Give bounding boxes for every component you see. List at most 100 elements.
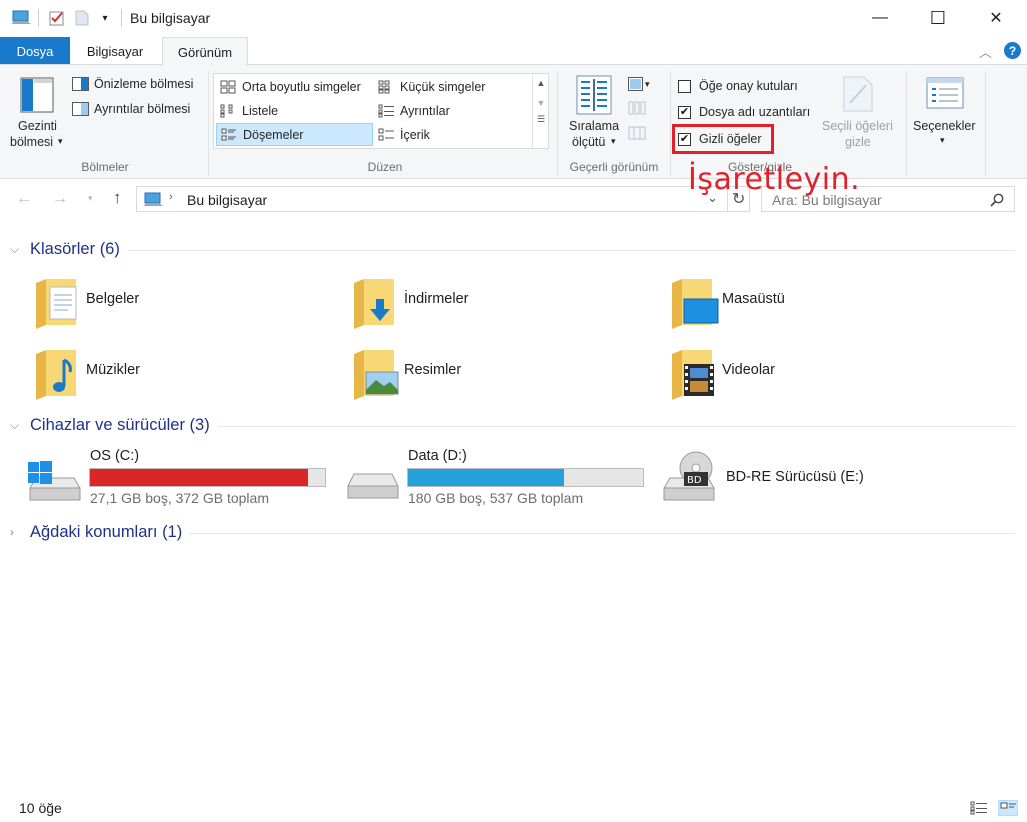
search-icon[interactable] [990, 193, 1004, 207]
chevron-right-icon[interactable]: › [10, 525, 22, 539]
window-title: Bu bilgisayar [130, 10, 211, 26]
layout-gallery-scroll[interactable]: ▲ ▼ ☰ [532, 74, 549, 149]
folder-downloads-label: İndirmeler [404, 291, 469, 307]
music-folder-icon [36, 350, 76, 400]
folder-documents[interactable]: Belgeler [30, 271, 330, 331]
maximize-button[interactable]: ☐ [915, 0, 961, 36]
scroll-up-icon[interactable]: ▲ [533, 78, 549, 88]
details-pane-button[interactable]: Ayrıntılar bölmesi [72, 100, 190, 118]
file-extensions-checkbox[interactable]: ✔ [678, 105, 691, 119]
downloads-folder-icon [354, 279, 394, 329]
options-icon [926, 77, 964, 109]
folder-desktop[interactable]: Masaüstü [666, 271, 966, 331]
folder-downloads[interactable]: İndirmeler [348, 271, 648, 331]
layout-details[interactable]: Ayrıntılar [374, 99, 530, 122]
medium-icons-icon [220, 80, 236, 93]
desktop-folder-icon [672, 279, 719, 329]
large-icons-view-icon[interactable] [998, 800, 1018, 816]
network-section-header[interactable]: › Ağdaki konumları (1) [10, 521, 1015, 543]
ribbon-separator [985, 71, 986, 176]
address-path[interactable]: Bu bilgisayar [187, 192, 267, 208]
layout-tiles-label: Döşemeler [243, 127, 304, 142]
folders-section-header[interactable]: ⌵ Klasörler (6) [10, 238, 1015, 260]
add-columns-icon [628, 101, 646, 115]
drive-d-name: Data (D:) [408, 448, 467, 464]
folder-videos-label: Videolar [722, 362, 775, 378]
network-section-title: Ağdaki konumları (1) [30, 522, 183, 541]
drive-c[interactable]: OS (C:) 27,1 GB boş, 372 GB toplam [26, 446, 331, 510]
computer-icon [143, 192, 163, 206]
help-icon[interactable]: ? [1004, 42, 1021, 59]
folder-music[interactable]: Müzikler [30, 342, 330, 402]
hide-selected-items-button[interactable]: Seçili öğeleri gizle [818, 73, 900, 159]
scroll-down-icon[interactable]: ▼ [533, 98, 549, 108]
size-columns-button[interactable] [628, 125, 646, 144]
drive-e[interactable]: BD BD-RE Sürücüsü (E:) [660, 446, 965, 510]
chevron-down-icon: ▾ [940, 135, 945, 145]
videos-folder-icon [672, 350, 714, 400]
item-checkboxes-checkbox[interactable] [678, 79, 691, 93]
tab-computer[interactable]: Bilgisayar [77, 37, 153, 65]
address-box[interactable]: › Bu bilgisayar ⌄ ↻ [136, 186, 750, 212]
folder-pictures[interactable]: Resimler [348, 342, 648, 402]
chevron-down-icon: ▾ [611, 136, 616, 146]
chevron-down-icon[interactable]: ⌵ [10, 242, 22, 257]
item-checkboxes-option[interactable]: Öğe onay kutuları [678, 77, 798, 95]
expand-gallery-icon[interactable]: ☰ [533, 114, 549, 125]
file-extensions-option[interactable]: ✔ Dosya adı uzantıları [678, 103, 810, 121]
preview-pane-label: Önizleme bölmesi [94, 77, 194, 91]
ribbon-separator [557, 71, 558, 176]
group-by-button[interactable]: ▾ [628, 75, 656, 93]
drive-c-usage-fill [90, 469, 308, 486]
tab-view[interactable]: Görünüm [162, 37, 248, 66]
layout-list[interactable]: Listele [216, 99, 371, 122]
layout-medium-icons[interactable]: Orta boyutlu simgeler [216, 75, 371, 98]
breadcrumb-chevron-icon[interactable]: › [169, 191, 173, 203]
devices-section-header[interactable]: ⌵ Cihazlar ve sürücüler (3) [10, 414, 1015, 436]
add-columns-button[interactable] [628, 100, 646, 119]
item-checkboxes-label: Öğe onay kutuları [699, 79, 798, 93]
options-label: Seçenekler [913, 119, 976, 133]
close-button[interactable]: ✕ [973, 0, 1019, 36]
folder-videos[interactable]: Videolar [666, 342, 966, 402]
folders-section-title: Klasörler (6) [30, 239, 120, 258]
drive-d-usage-bar [407, 468, 644, 487]
computer-icon[interactable] [10, 9, 32, 27]
layout-small-icons[interactable]: Küçük simgeler [374, 75, 530, 98]
tiles-icon [221, 128, 236, 140]
small-icons-icon [378, 80, 390, 93]
collapse-ribbon-icon[interactable]: ︿ [979, 42, 992, 61]
hide-selected-label-2: gizle [845, 135, 871, 149]
drive-d[interactable]: Data (D:) 180 GB boş, 537 GB toplam [344, 446, 649, 510]
sort-by-button[interactable]: Sıralama ölçütü ▾ [566, 73, 624, 159]
layout-small-icons-label: Küçük simgeler [400, 79, 486, 94]
preview-pane-button[interactable]: Önizleme bölmesi [72, 75, 193, 93]
customize-qa-dropdown-icon[interactable]: ▾ [96, 9, 114, 27]
chevron-down-icon[interactable]: ⌵ [10, 418, 22, 433]
new-folder-icon[interactable] [72, 9, 92, 27]
drive-d-usage-fill [408, 469, 565, 486]
properties-icon[interactable] [46, 9, 68, 27]
ribbon-tabs: Dosya Bilgisayar Görünüm ︿ ? [0, 37, 1027, 66]
forward-arrow-icon[interactable]: → [52, 190, 68, 208]
size-columns-icon [628, 126, 646, 140]
back-arrow-icon[interactable]: ← [16, 190, 32, 208]
qa-separator [121, 9, 122, 27]
layout-list-label: Listele [242, 103, 279, 118]
recent-locations-icon[interactable]: ▾ [88, 193, 93, 204]
documents-folder-icon [36, 279, 77, 329]
minimize-button[interactable]: — [857, 0, 903, 36]
layout-tiles[interactable]: Döşemeler [216, 123, 373, 146]
drive-c-usage-bar [89, 468, 326, 487]
group-label-current-view: Geçerli görünüm [569, 160, 659, 174]
options-button[interactable]: Seçenekler ▾ [910, 73, 980, 159]
layout-gallery: Orta boyutlu simgeler Küçük simgeler Lis… [213, 73, 549, 149]
details-view-icon[interactable] [970, 801, 988, 815]
list-icon [220, 104, 233, 117]
navigation-pane-button[interactable]: Gezinti bölmesi ▾ [8, 73, 66, 159]
tab-file[interactable]: Dosya [0, 37, 70, 65]
sort-by-label-1: Sıralama [569, 119, 620, 133]
folder-documents-label: Belgeler [86, 291, 140, 307]
layout-content[interactable]: İçerik [374, 123, 530, 146]
up-arrow-icon[interactable]: ↑ [113, 188, 122, 208]
